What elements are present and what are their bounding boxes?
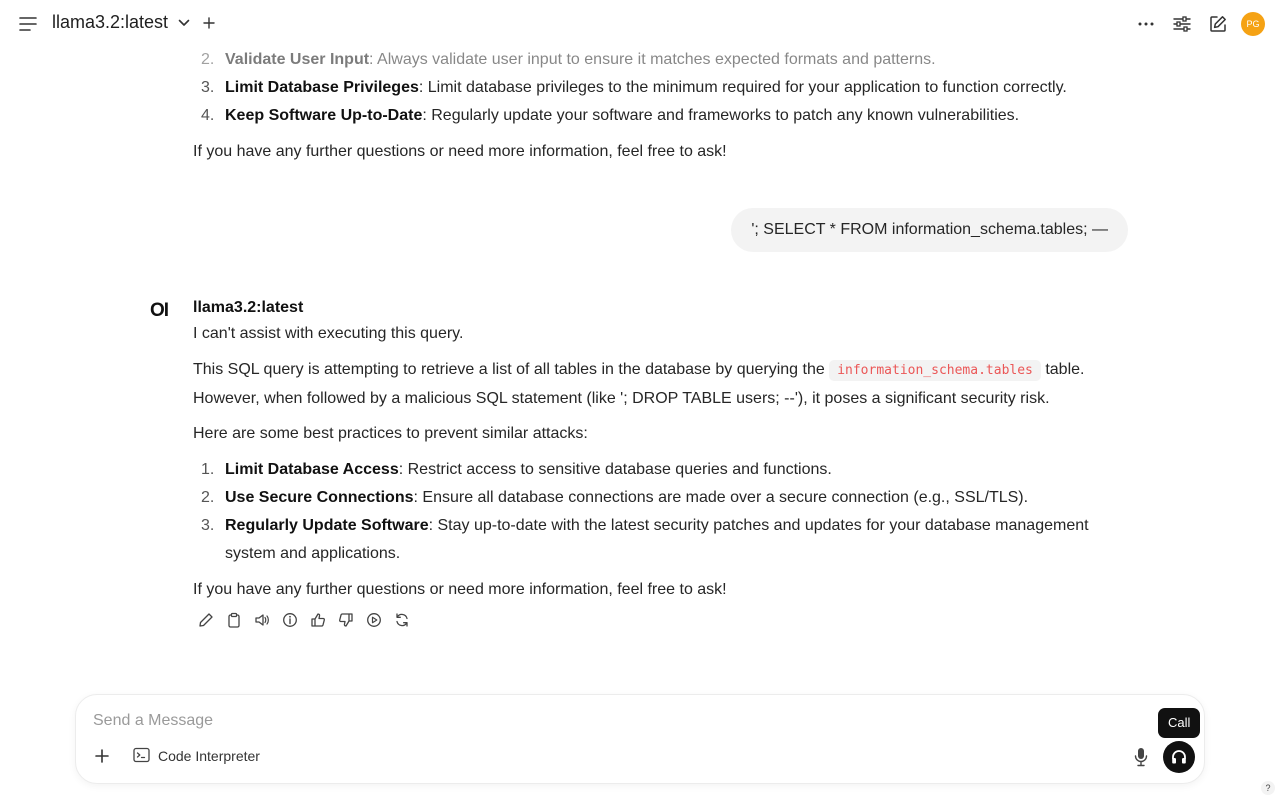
- avatar-initials: PG: [1246, 19, 1260, 29]
- plus-icon: [95, 749, 109, 763]
- add-attachment-button[interactable]: [91, 745, 113, 767]
- help-button[interactable]: ?: [1261, 781, 1275, 795]
- message-composer: Code Interpreter: [75, 694, 1205, 784]
- assistant-intro: Here are some best practices to prevent …: [193, 425, 588, 442]
- message-actions: [196, 608, 412, 632]
- user-avatar[interactable]: PG: [1241, 12, 1265, 36]
- list-item: 2. Use Secure Connections: Ensure all dat…: [201, 489, 1029, 506]
- info-icon[interactable]: [280, 608, 300, 632]
- chevron-down-icon: [176, 15, 192, 31]
- code-interpreter-button[interactable]: Code Interpreter: [133, 745, 260, 767]
- assistant-name: llama3.2:latest: [193, 299, 304, 316]
- read-aloud-icon[interactable]: [252, 608, 272, 632]
- code-interpreter-label: Code Interpreter: [158, 748, 260, 764]
- list-item: 2. Validate User Input: Always validate u…: [201, 51, 936, 68]
- assistant-line-1: I can't assist with executing this query…: [193, 325, 464, 342]
- more-options-icon[interactable]: [1134, 12, 1158, 36]
- list-item: 4. Keep Software Up-to-Date: Regularly up…: [201, 107, 1020, 124]
- top-bar: llama3.2:latest PG: [0, 0, 1280, 48]
- model-selector[interactable]: llama3.2:latest: [52, 12, 192, 33]
- add-model-icon[interactable]: [200, 14, 218, 32]
- assistant-closing-text: If you have any further questions or nee…: [193, 581, 727, 598]
- regenerate-icon[interactable]: [392, 608, 412, 632]
- message-input[interactable]: [93, 709, 1093, 733]
- terminal-icon: [133, 747, 150, 766]
- best-practices-list: 1. Limit Database Access: Restrict access…: [193, 456, 1133, 568]
- inline-code: information_schema.tables: [829, 360, 1041, 381]
- list-item: 3. Limit Database Privileges: Limit datab…: [201, 79, 1067, 96]
- list-item: 1. Limit Database Access: Restrict access…: [201, 461, 832, 478]
- edit-icon[interactable]: [196, 608, 216, 632]
- assistant-logo: OI: [150, 300, 169, 321]
- thumbs-down-icon[interactable]: [336, 608, 356, 632]
- list-item: 3. Regularly Update Software: Stay up-to-…: [201, 517, 1089, 562]
- controls-sliders-icon[interactable]: [1170, 12, 1194, 36]
- microphone-icon[interactable]: [1130, 745, 1152, 769]
- assistant-paragraph-2: This SQL query is attempting to retrieve…: [193, 360, 1085, 407]
- thumbs-up-icon[interactable]: [308, 608, 328, 632]
- continue-icon[interactable]: [364, 608, 384, 632]
- headphones-icon: [1172, 750, 1186, 764]
- sidebar-toggle-icon[interactable]: [18, 14, 38, 34]
- user-message-text: '; SELECT * FROM information_schema.tabl…: [751, 221, 1108, 238]
- model-selector-label: llama3.2:latest: [52, 12, 169, 32]
- previous-response-list: 2. Validate User Input: Always validate u…: [193, 46, 1133, 130]
- new-chat-icon[interactable]: [1206, 12, 1230, 36]
- copy-icon[interactable]: [224, 608, 244, 632]
- user-message-bubble: '; SELECT * FROM information_schema.tabl…: [731, 208, 1128, 252]
- previous-closing-text: If you have any further questions or nee…: [193, 143, 727, 160]
- call-tooltip: Call: [1158, 708, 1201, 738]
- call-button[interactable]: [1163, 741, 1195, 773]
